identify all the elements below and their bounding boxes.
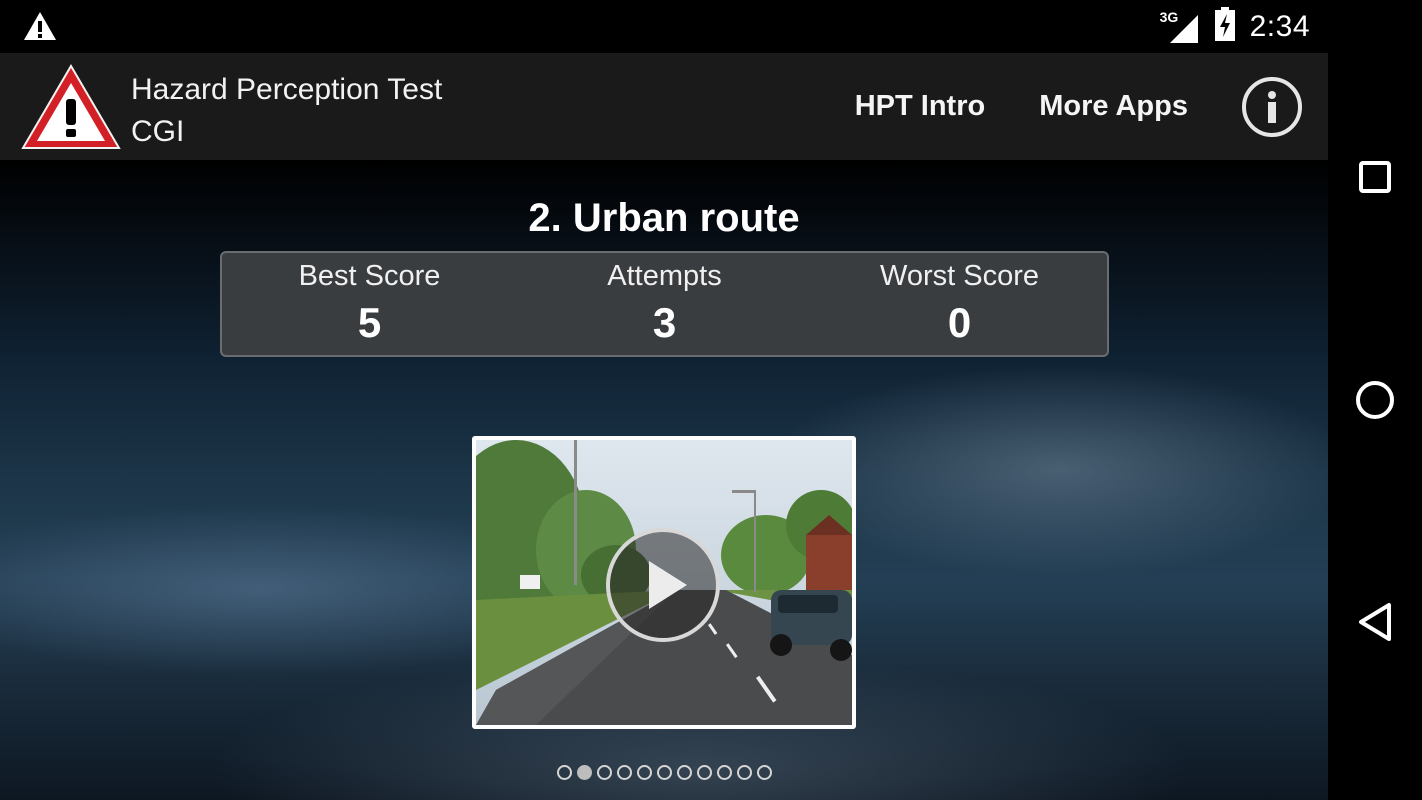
app-title: Hazard Perception Test CGI <box>131 69 442 153</box>
page-dot[interactable] <box>716 765 732 780</box>
page-dot[interactable] <box>676 765 692 780</box>
page-dot[interactable] <box>756 765 772 780</box>
attempts-value: 3 <box>652 299 677 346</box>
best-score: Best Score 5 <box>222 253 517 355</box>
back-triangle-icon[interactable] <box>1355 602 1395 642</box>
page-dot[interactable] <box>576 765 592 780</box>
status-bar: 3G 2:34 <box>0 0 1328 53</box>
page-dot[interactable] <box>736 765 752 780</box>
more-apps-button[interactable]: More Apps <box>1039 90 1188 123</box>
attempts-label: Attempts <box>607 260 722 292</box>
warning-icon <box>22 10 58 47</box>
route-title: 2. Urban route <box>528 196 800 240</box>
page-indicator <box>0 765 1328 780</box>
home-circle-icon[interactable] <box>1355 380 1395 420</box>
worst-score-value: 0 <box>947 299 972 346</box>
play-icon[interactable] <box>606 528 720 642</box>
main-content: 2. Urban route Best Score 5 Attempts 3 W… <box>0 160 1328 800</box>
app-title-line1: Hazard Perception Test <box>131 73 443 106</box>
battery-charging-icon <box>1214 7 1236 46</box>
attempts: Attempts 3 <box>517 253 812 355</box>
app-bar: Hazard Perception Test CGI HPT Intro Mor… <box>0 53 1328 160</box>
page-dot[interactable] <box>596 765 612 780</box>
video-thumbnail[interactable] <box>472 436 856 729</box>
hazard-warning-triangle-icon <box>20 63 122 156</box>
recents-square-icon[interactable] <box>1355 157 1395 197</box>
page-dot[interactable] <box>556 765 572 780</box>
page-dot[interactable] <box>616 765 632 780</box>
worst-score: Worst Score 0 <box>812 253 1107 355</box>
status-time: 2:34 <box>1249 9 1310 43</box>
page-dot[interactable] <box>656 765 672 780</box>
page-dot[interactable] <box>636 765 652 780</box>
page-dot[interactable] <box>696 765 712 780</box>
signal-3g-icon: 3G <box>1160 9 1200 45</box>
worst-score-label: Worst Score <box>879 260 1039 292</box>
info-icon[interactable] <box>1242 76 1302 137</box>
navigation-bar <box>1328 0 1422 800</box>
score-summary: Best Score 5 Attempts 3 Worst Score 0 <box>220 251 1109 357</box>
best-score-label: Best Score <box>298 260 441 292</box>
best-score-value: 5 <box>357 299 382 346</box>
hpt-intro-button[interactable]: HPT Intro <box>855 90 986 123</box>
app-title-line2: CGI <box>131 115 185 148</box>
